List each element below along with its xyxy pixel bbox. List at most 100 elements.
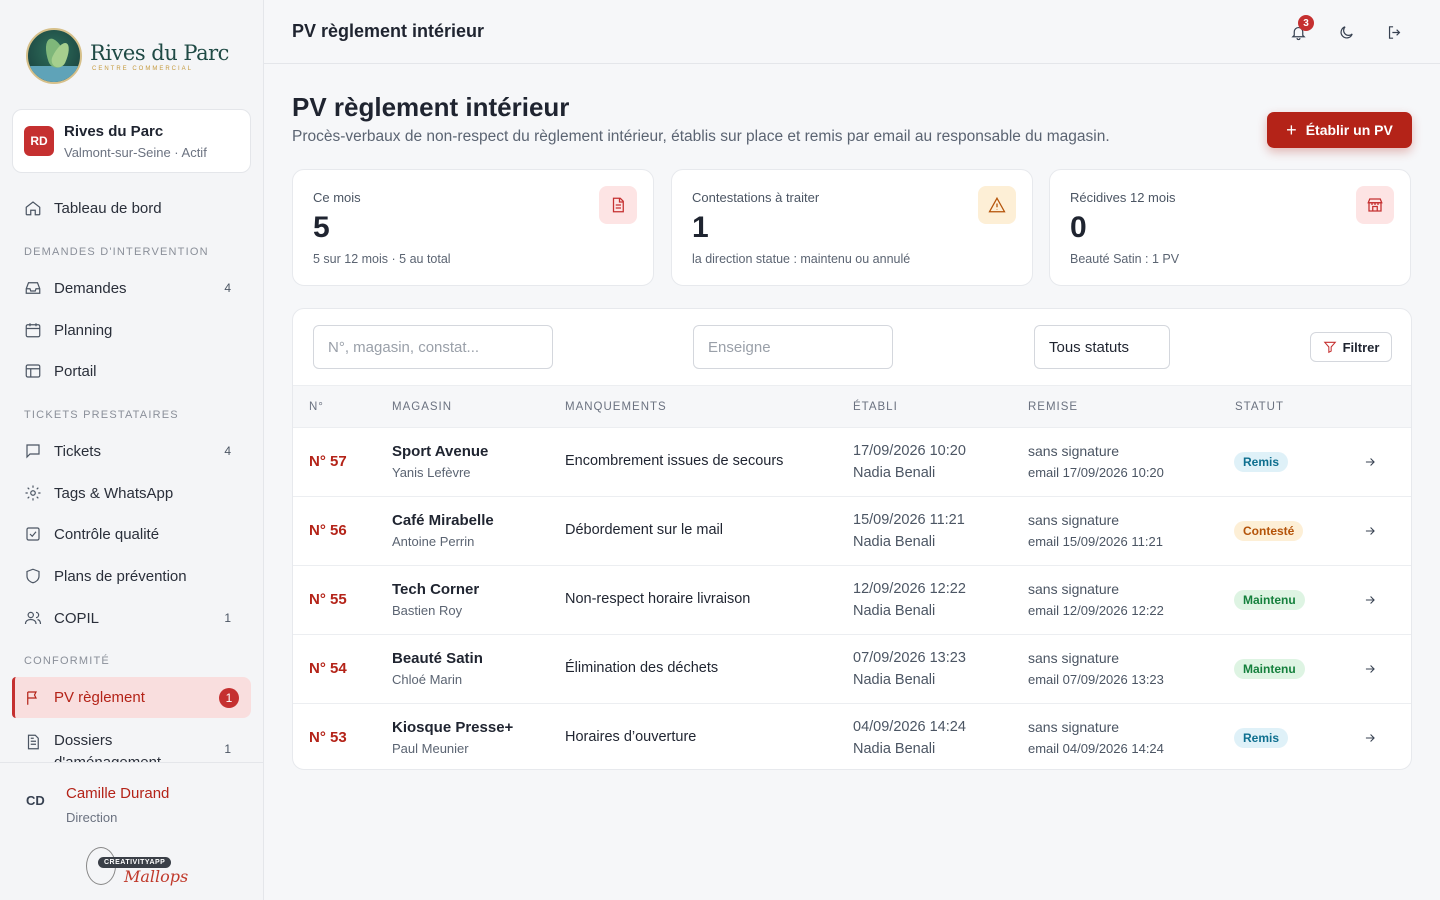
arrow-right-icon[interactable] — [1363, 524, 1377, 538]
user-profile[interactable]: CD Camille Durand Direction CREATIVITYAP… — [0, 762, 263, 900]
sidebar-item-demandes[interactable]: Demandes 4 — [12, 270, 251, 306]
table-row[interactable]: N° 55 Tech Corner Bastien Roy Non-respec… — [293, 566, 1411, 635]
notifications-button[interactable]: 3 — [1286, 15, 1314, 44]
shield-icon — [24, 567, 42, 585]
stat-value: 0 — [1070, 211, 1087, 244]
column-header-manquements[interactable]: MANQUEMENTS — [565, 401, 667, 413]
flag-icon — [24, 689, 42, 707]
pv-number: N° 54 — [309, 660, 347, 677]
sidebar-item-label: Tags & WhatsApp — [54, 484, 174, 502]
shop-name: Café Mirabelle — [392, 512, 494, 529]
remise-detail: email 15/09/2026 11:21 — [1028, 534, 1163, 549]
sidebar-item-tags[interactable]: Tags & WhatsApp — [12, 475, 251, 511]
arrow-right-icon[interactable] — [1363, 731, 1377, 745]
plus-icon: + — [1286, 119, 1297, 140]
stat-note: la direction statue : maintenu ou annulé — [692, 252, 911, 266]
column-header-magasin[interactable]: MAGASIN — [392, 401, 452, 413]
gear-icon — [24, 484, 42, 502]
topbar-title: PV règlement intérieur — [292, 21, 485, 41]
sidebar-item-portail[interactable]: Portail — [12, 353, 251, 389]
sidebar-item-count: 1 — [224, 742, 231, 756]
brand-filter-input[interactable]: Enseigne — [693, 325, 893, 369]
store-icon — [1356, 186, 1394, 224]
remise-mode: sans signature — [1028, 443, 1120, 459]
credit-logo: CREATIVITYAPP Mallops — [86, 847, 188, 887]
remise-mode: sans signature — [1028, 650, 1120, 666]
shop-name: Kiosque Presse+ — [392, 719, 514, 736]
status-badge: Maintenu — [1234, 659, 1305, 679]
filter-button-label: Filtrer — [1342, 339, 1380, 355]
stat-note: Beauté Satin : 1 PV — [1070, 252, 1180, 266]
pv-number: N° 53 — [309, 729, 347, 746]
established-date: 12/09/2026 12:22 — [853, 581, 966, 597]
column-header-etabli[interactable]: ÉTABLI — [853, 401, 898, 413]
credit-script: Mallops — [124, 867, 189, 886]
sidebar-item-dashboard[interactable]: Tableau de bord — [12, 190, 251, 226]
shop-manager: Paul Meunier — [392, 741, 469, 756]
sidebar: Rives du Parc CENTRE COMMERCIAL RD Rives… — [0, 0, 264, 900]
sidebar-item-controle[interactable]: Contrôle qualité — [12, 516, 251, 552]
warning-icon — [978, 186, 1016, 224]
sidebar-item-label: Plans de prévention — [54, 567, 187, 585]
logout-button[interactable] — [1382, 20, 1406, 44]
filter-icon — [1323, 341, 1336, 354]
table-row[interactable]: N° 54 Beauté Satin Chloé Marin Éliminati… — [293, 635, 1411, 704]
moon-icon — [1340, 25, 1353, 38]
issue-text: Élimination des déchets — [565, 660, 719, 676]
dark-mode-toggle[interactable] — [1334, 20, 1358, 44]
table-header: N° MAGASIN MANQUEMENTS ÉTABLI REMISE STA… — [293, 385, 1411, 428]
status-badge: Remis — [1234, 728, 1289, 748]
sidebar-item-planning[interactable]: Planning — [12, 312, 251, 348]
column-header-no[interactable]: N° — [309, 401, 324, 413]
status-badge: Maintenu — [1234, 590, 1305, 610]
sidebar-item-tickets[interactable]: Tickets 4 — [12, 433, 251, 469]
stat-card-recidives: Récidives 12 mois 0 Beauté Satin : 1 PV — [1049, 169, 1411, 286]
create-pv-button[interactable]: + Établir un PV — [1267, 112, 1412, 148]
stat-label: Contestations à traiter — [692, 190, 820, 205]
established-by: Nadia Benali — [853, 534, 936, 550]
avatar: CD — [26, 793, 45, 808]
create-pv-label: Établir un PV — [1305, 122, 1393, 138]
notification-badge: 3 — [1298, 15, 1314, 31]
column-header-statut[interactable]: STATUT — [1235, 401, 1284, 413]
search-input[interactable]: N°, magasin, constat... — [313, 325, 553, 369]
status-select[interactable]: Tous statuts — [1034, 325, 1170, 369]
sidebar-item-dossiers[interactable]: Dossiers d'aménagement 1 — [12, 722, 251, 762]
arrow-right-icon[interactable] — [1363, 593, 1377, 607]
document-icon — [599, 186, 637, 224]
table-row[interactable]: N° 57 Sport Avenue Yanis Lefèvre Encombr… — [293, 428, 1411, 497]
page-title: PV règlement intérieur — [292, 92, 570, 122]
users-icon — [24, 609, 42, 627]
status-badge: Contesté — [1234, 521, 1304, 541]
remise-mode: sans signature — [1028, 512, 1120, 528]
sidebar-item-label: Planning — [54, 321, 113, 339]
home-icon — [24, 199, 42, 217]
nav-section-conformite: CONFORMITÉ — [24, 655, 110, 667]
stat-note: 5 sur 12 mois · 5 au total — [313, 252, 451, 266]
shop-manager: Bastien Roy — [392, 603, 463, 618]
sidebar-item-copil[interactable]: COPIL 1 — [12, 600, 251, 636]
remise-mode: sans signature — [1028, 581, 1120, 597]
filter-button[interactable]: Filtrer — [1310, 332, 1392, 362]
issue-text: Horaires d’ouverture — [565, 729, 697, 745]
arrow-right-icon[interactable] — [1363, 455, 1377, 469]
table-row[interactable]: N° 53 Kiosque Presse+ Paul Meunier Horai… — [293, 704, 1411, 769]
shop-name: Beauté Satin — [392, 650, 483, 667]
sidebar-item-label: Contrôle qualité — [54, 525, 160, 543]
stat-value: 1 — [692, 211, 709, 244]
page-subtitle: Procès-verbaux de non-respect du règleme… — [292, 128, 1110, 145]
pv-number: N° 55 — [309, 591, 347, 608]
issue-text: Débordement sur le mail — [565, 522, 723, 538]
shop-name: Sport Avenue — [392, 443, 489, 460]
sidebar-item-pv-reglement[interactable]: PV règlement 1 — [12, 677, 251, 718]
established-date: 04/09/2026 14:24 — [853, 719, 966, 735]
sidebar-item-label: Demandes — [54, 279, 127, 297]
established-by: Nadia Benali — [853, 741, 936, 757]
arrow-right-icon[interactable] — [1363, 662, 1377, 676]
table-row[interactable]: N° 56 Café Mirabelle Antoine Perrin Débo… — [293, 497, 1411, 566]
issue-text: Non-respect horaire livraison — [565, 591, 751, 607]
sidebar-item-label: Portail — [54, 362, 97, 380]
established-date: 07/09/2026 13:23 — [853, 650, 966, 666]
column-header-remise[interactable]: REMISE — [1028, 401, 1078, 413]
sidebar-item-plans[interactable]: Plans de prévention — [12, 558, 251, 594]
